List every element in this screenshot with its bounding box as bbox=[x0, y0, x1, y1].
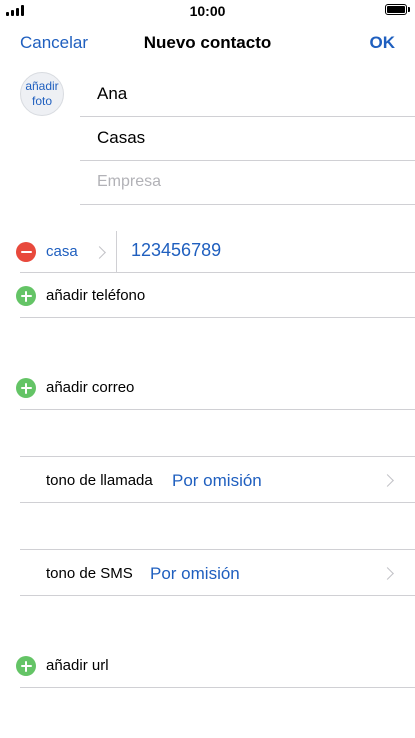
add-photo-button[interactable]: añadir foto bbox=[20, 72, 64, 116]
sms-tone-value[interactable]: Por omisión bbox=[150, 564, 240, 584]
add-photo-label-line2: foto bbox=[31, 94, 52, 108]
last-name-field[interactable]: Casas bbox=[97, 128, 145, 148]
remove-circle-icon bbox=[20, 251, 32, 253]
add-url-icon-button[interactable] bbox=[16, 656, 36, 676]
divider bbox=[80, 160, 415, 161]
ok-button[interactable]: OK bbox=[370, 33, 396, 53]
divider bbox=[20, 272, 415, 273]
ringtone-label[interactable]: tono de llamada bbox=[46, 472, 153, 489]
add-email-icon-button[interactable] bbox=[16, 378, 36, 398]
chevron-right-icon bbox=[381, 474, 394, 487]
divider bbox=[20, 502, 415, 503]
add-phone-icon-button[interactable] bbox=[16, 286, 36, 306]
divider bbox=[20, 456, 415, 457]
chevron-right-icon bbox=[381, 567, 394, 580]
ringtone-value[interactable]: Por omisión bbox=[172, 471, 262, 491]
add-photo-label-line1: añadir bbox=[25, 79, 59, 93]
divider bbox=[20, 549, 415, 550]
add-circle-icon bbox=[20, 660, 32, 672]
add-circle-icon bbox=[20, 382, 32, 394]
vertical-divider bbox=[116, 231, 117, 272]
status-bar: 10:00 bbox=[0, 0, 415, 22]
chevron-right-icon bbox=[93, 246, 106, 259]
battery-tip bbox=[408, 7, 410, 12]
battery-icon bbox=[385, 4, 407, 15]
status-time: 10:00 bbox=[189, 3, 226, 19]
divider bbox=[20, 317, 415, 318]
first-name-field[interactable]: Ana bbox=[97, 84, 127, 104]
add-phone-button[interactable]: añadir teléfono bbox=[46, 287, 145, 304]
divider bbox=[80, 116, 415, 117]
remove-phone-button[interactable] bbox=[16, 242, 36, 262]
sms-tone-label[interactable]: tono de SMS bbox=[46, 565, 133, 582]
divider bbox=[80, 204, 415, 205]
page-title: Nuevo contacto bbox=[143, 33, 272, 52]
phone-number-field[interactable]: 123456789 bbox=[131, 240, 221, 261]
divider bbox=[20, 595, 415, 596]
phone-label-selector[interactable]: casa bbox=[46, 243, 78, 260]
add-email-button[interactable]: añadir correo bbox=[46, 379, 134, 396]
add-url-button[interactable]: añadir url bbox=[46, 657, 109, 674]
divider bbox=[20, 687, 415, 688]
divider bbox=[20, 409, 415, 410]
company-field[interactable]: Empresa bbox=[97, 173, 161, 191]
add-circle-icon bbox=[20, 290, 32, 302]
